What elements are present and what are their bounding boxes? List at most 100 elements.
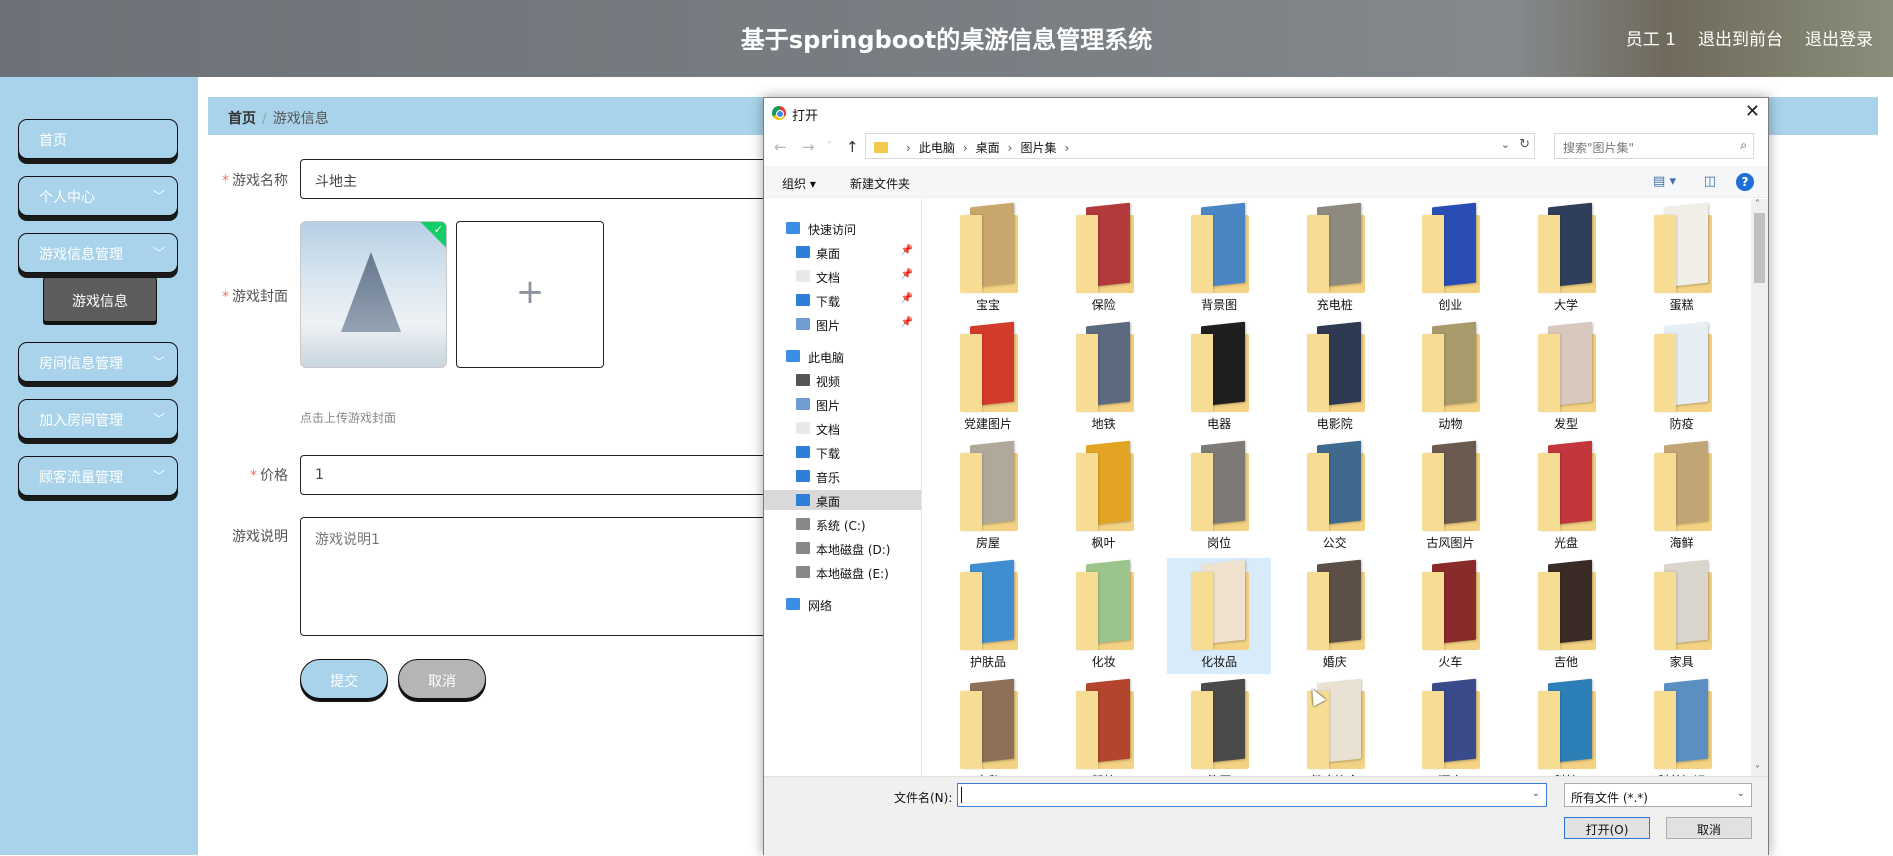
folder-item[interactable]: 宝宝 xyxy=(936,201,1040,317)
path-segment[interactable]: 桌面 xyxy=(976,141,1000,155)
folder-item[interactable]: 酒店 xyxy=(1398,677,1502,776)
folder-item[interactable]: 枫叶 xyxy=(1052,439,1156,555)
address-bar[interactable]: › 此电脑 › 桌面 › 图片集 › ⌄ ↻ xyxy=(865,133,1535,159)
breadcrumb-home[interactable]: 首页 xyxy=(228,111,256,127)
game-name-input[interactable]: 斗地主 xyxy=(300,159,780,199)
nav-item[interactable]: 下载 📌 xyxy=(764,290,921,310)
nav-item[interactable]: 此电脑 xyxy=(764,346,921,366)
folder-item[interactable]: 背景图 xyxy=(1167,201,1271,317)
folder-item[interactable]: 简历 xyxy=(1167,677,1271,776)
nav-item[interactable]: 下载 xyxy=(764,442,921,462)
nav-item[interactable]: 视频 xyxy=(764,370,921,390)
folder-item[interactable]: 家具 xyxy=(1630,558,1734,674)
help-icon[interactable]: ? xyxy=(1736,173,1754,191)
recent-locations-icon[interactable]: ˅ xyxy=(827,141,832,152)
folder-item[interactable]: 岗位 xyxy=(1167,439,1271,555)
exit-to-front-link[interactable]: 退出到前台 xyxy=(1698,25,1783,50)
folder-item[interactable]: 充电桩 xyxy=(1283,201,1387,317)
preview-pane-icon[interactable]: ◫ xyxy=(1704,174,1716,189)
nav-item[interactable]: 本地磁盘 (D:) xyxy=(764,538,921,558)
up-arrow-icon[interactable]: ↑ xyxy=(846,138,859,156)
folder-item[interactable]: 发型 xyxy=(1514,320,1618,436)
folder-item[interactable]: 公交 xyxy=(1283,439,1387,555)
chevron-down-icon[interactable]: ⌄ xyxy=(1501,138,1510,151)
nav-item[interactable]: 桌面 xyxy=(764,490,921,510)
folder-item[interactable]: 电器 xyxy=(1167,320,1271,436)
close-icon[interactable]: ✕ xyxy=(1745,101,1760,122)
path-segment[interactable]: 图片集 xyxy=(1020,141,1056,155)
current-user-link[interactable]: 员工 1 xyxy=(1626,25,1676,50)
sidebar-item-label: 个人中心 xyxy=(39,190,95,206)
scroll-up-icon[interactable]: ˄ xyxy=(1755,199,1760,210)
folder-item[interactable]: 化妆品 xyxy=(1167,558,1272,674)
nav-item[interactable]: 音乐 xyxy=(764,466,921,486)
sidebar-item-customer-flow-management[interactable]: 顾客流量管理 ﹀ xyxy=(18,456,178,496)
pin-icon: 📌 xyxy=(900,317,913,328)
folder-item[interactable]: 房屋 xyxy=(936,439,1040,555)
search-input[interactable]: 搜索"图片集" ⌕ xyxy=(1554,133,1754,159)
file-name-input[interactable]: ⌄ xyxy=(957,783,1547,807)
price-input[interactable]: 1 xyxy=(300,455,780,495)
folder-item[interactable]: 护肤品 xyxy=(936,558,1040,674)
sidebar-item-join-room-management[interactable]: 加入房间管理 ﹀ xyxy=(18,399,178,439)
folder-item[interactable]: 电影院 xyxy=(1283,320,1387,436)
folder-item[interactable]: 创业 xyxy=(1398,201,1502,317)
sidebar-item-personal-center[interactable]: 个人中心 ﹀ xyxy=(18,176,178,216)
folder-item[interactable]: 火车 xyxy=(1398,558,1502,674)
upload-cover-button[interactable]: + xyxy=(456,221,604,368)
folder-item[interactable]: 化妆 xyxy=(1052,558,1156,674)
folder-item[interactable]: 吉他 xyxy=(1514,558,1618,674)
nav-item[interactable]: 本地磁盘 (E:) xyxy=(764,562,921,582)
sidebar-item-home[interactable]: 首页 xyxy=(18,119,178,159)
folder-item[interactable]: 婚庆 xyxy=(1283,558,1387,674)
nav-item[interactable]: 图片 📌 xyxy=(764,314,921,334)
folder-front xyxy=(1191,691,1214,769)
cancel-button[interactable]: 取消 xyxy=(398,659,486,699)
file-type-select[interactable]: 所有文件 (*.*) ⌄ xyxy=(1564,783,1752,807)
folder-item[interactable]: 动物 xyxy=(1398,320,1502,436)
view-options-icon[interactable]: ▤ ▾ xyxy=(1653,174,1676,189)
nav-item[interactable]: 图片 xyxy=(764,394,921,414)
scrollbar-thumb[interactable] xyxy=(1754,213,1765,283)
nav-item[interactable]: 系统 (C:) xyxy=(764,514,921,534)
game-cover-thumbnail[interactable]: ✓ xyxy=(300,221,447,368)
folder-item[interactable]: 光盘 xyxy=(1514,439,1618,555)
refresh-icon[interactable]: ↻ xyxy=(1519,137,1530,152)
folder-item[interactable]: 党建图片 xyxy=(936,320,1040,436)
path-segment[interactable]: 此电脑 xyxy=(919,141,955,155)
folder-name: 防疫 xyxy=(1669,417,1694,431)
organize-menu[interactable]: 组织 ▾ xyxy=(782,175,816,192)
sidebar-item-room-info-management[interactable]: 房间信息管理 ﹀ xyxy=(18,342,178,382)
nav-item[interactable]: 文档 xyxy=(764,418,921,438)
folder-item[interactable]: 科技 xyxy=(1514,677,1618,776)
back-arrow-icon[interactable]: ← xyxy=(774,138,787,156)
folder-item[interactable]: 驾校 xyxy=(1052,677,1156,776)
scroll-down-icon[interactable]: ˅ xyxy=(1755,765,1760,776)
folder-item[interactable]: 健康饮食 xyxy=(1283,677,1387,776)
new-folder-button[interactable]: 新建文件夹 xyxy=(850,175,910,192)
nav-item[interactable]: 快速访问 xyxy=(764,218,921,238)
folder-item[interactable]: 海鲜 xyxy=(1630,439,1734,555)
open-button[interactable]: 打开(O) xyxy=(1564,817,1650,839)
folder-item[interactable]: 家私 xyxy=(936,677,1040,776)
logout-link[interactable]: 退出登录 xyxy=(1805,25,1873,50)
game-description-textarea[interactable]: 游戏说明1 xyxy=(300,517,780,636)
folder-item[interactable]: 古风图片 xyxy=(1398,439,1502,555)
folder-item[interactable]: 保险 xyxy=(1052,201,1156,317)
folder-item[interactable]: 大学 xyxy=(1514,201,1618,317)
sidebar-subitem-game-info[interactable]: 游戏信息 xyxy=(43,277,157,322)
dialog-cancel-button[interactable]: 取消 xyxy=(1666,817,1752,839)
folder-item[interactable]: 蛋糕 xyxy=(1630,201,1734,317)
folder-item[interactable]: 防疫 xyxy=(1630,320,1734,436)
vertical-scrollbar[interactable]: ˄ ˅ xyxy=(1751,199,1768,776)
folder-item[interactable]: 科普知识 xyxy=(1630,677,1734,776)
nav-item[interactable]: 桌面 📌 xyxy=(764,242,921,262)
submit-button[interactable]: 提交 xyxy=(300,659,388,699)
sidebar-item-game-info-management[interactable]: 游戏信息管理 ﹀ xyxy=(18,233,178,273)
folder-item[interactable]: 地铁 xyxy=(1052,320,1156,436)
nav-item[interactable]: 网络 xyxy=(764,594,921,614)
folder-front xyxy=(1538,334,1560,412)
nav-item[interactable]: 文档 📌 xyxy=(764,266,921,286)
forward-arrow-icon[interactable]: → xyxy=(802,138,815,156)
chevron-down-icon[interactable]: ⌄ xyxy=(1532,788,1540,799)
